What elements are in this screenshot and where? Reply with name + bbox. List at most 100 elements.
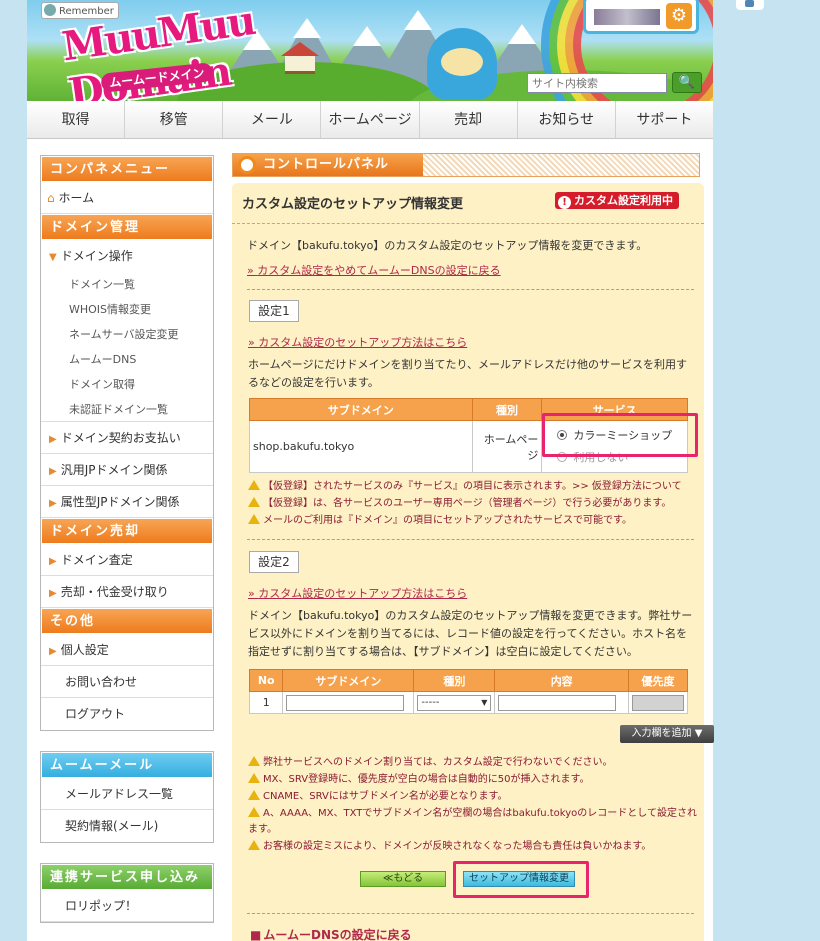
caret-right-icon: ▶ (49, 556, 57, 567)
warning-icon (248, 773, 260, 783)
status-badge-label: カスタム設定利用中 (574, 194, 673, 207)
sidebar-item-contract-payment[interactable]: ▶ ドメイン契約お支払い (41, 422, 213, 454)
sidebar-item-mail-list[interactable]: メールアドレス一覧 (41, 778, 213, 810)
alert-icon: ! (558, 196, 571, 209)
nav-sale[interactable]: 売却 (420, 101, 518, 138)
note-text: 【仮登録】されたサービスのみ『サービス』の項目に表示されます。>> 仮登録方法に… (263, 481, 682, 492)
sidebar-item-label: 売却・代金受け取り (60, 585, 169, 599)
setting2-note: お客様の設定ミスにより、ドメインが反映されなくなった場合も責任は負いかねます。 (248, 839, 651, 855)
col-subdomain: サブドメイン (249, 398, 473, 421)
account-box[interactable]: ⚙ (583, 0, 699, 34)
home-icon: ⌂ (47, 191, 55, 205)
sidebar-item-attribute-jp[interactable]: ▶ 属性型JPドメイン関係 (41, 486, 213, 518)
status-badge: ! カスタム設定利用中 (555, 192, 679, 209)
nav-mail[interactable]: メール (223, 101, 322, 138)
setting2-howto-link[interactable]: » カスタム設定のセットアップ方法はこちら (248, 585, 467, 601)
nav-transfer[interactable]: 移管 (125, 101, 224, 138)
sidebar-item-label: ドメイン査定 (60, 553, 133, 567)
note-text: メールのご利用は『ドメイン』の項目にセットアップされたサービスで可能です。 (263, 515, 632, 526)
control-panel-header: コントロールパネル (232, 153, 700, 177)
col-content: 内容 (494, 669, 629, 692)
intro-text: ドメイン【bakufu.tokyo】のカスタム設定のセットアップ情報を変更できま… (247, 239, 648, 252)
col-subdomain: サブドメイン (282, 669, 415, 692)
warning-icon (248, 840, 260, 850)
sidebar-item-personal-settings[interactable]: ▶ 個人設定 (41, 634, 213, 666)
howto-label: カスタム設定のセットアップ方法はこちら (258, 336, 468, 349)
extension-icon[interactable] (736, 0, 764, 10)
page-title: カスタム設定のセットアップ情報変更 (242, 197, 464, 212)
cell-type: ホームページ (471, 420, 543, 473)
sidebar-item-contact[interactable]: お問い合わせ (41, 666, 213, 698)
nav-acquire[interactable]: 取得 (27, 101, 126, 138)
col-priority: 優先度 (627, 669, 689, 692)
divider (232, 223, 704, 224)
sidebar-sub-nameserver[interactable]: ネームサーバ設定変更 (41, 322, 213, 347)
highlight-annotation (453, 861, 589, 898)
nav-support[interactable]: サポート (616, 101, 713, 138)
cell-subdomain (282, 691, 415, 714)
highlight-annotation (542, 413, 698, 457)
back-button[interactable]: ≪もどる (360, 871, 446, 887)
sidebar-item-label: ホーム (58, 191, 95, 205)
setting2-table: No サブドメイン 種別 内容 優先度 1 ----- (248, 669, 689, 714)
account-name-redacted (594, 9, 660, 25)
sidebar-item-lolipop[interactable]: ロリポップ！ (41, 890, 213, 922)
other-title: その他 (41, 608, 213, 634)
mascot-bear (427, 28, 497, 100)
warning-icon (248, 756, 260, 766)
content-input[interactable] (498, 694, 617, 711)
warning-icon (248, 514, 260, 524)
note-text: CNAME、SRVにはサブドメイン名が必要となります。 (263, 791, 508, 802)
table-row: 1 ----- (248, 691, 689, 714)
sidebar-sub-whois[interactable]: WHOIS情報変更 (41, 297, 213, 322)
site-search-input[interactable] (527, 73, 667, 93)
setting1-description: ホームページにだけドメインを割り当てたり、メールアドレスだけ他のサービスを利用す… (248, 358, 688, 389)
sidebar-item-generic-jp[interactable]: ▶ 汎用JPドメイン関係 (41, 454, 213, 486)
sidebar-item-logout[interactable]: ログアウト (41, 698, 213, 730)
divider (247, 289, 694, 290)
back-to-dns-link[interactable]: ムームーDNSの設定に戻る (250, 926, 411, 941)
gear-icon[interactable]: ⚙ (666, 3, 692, 29)
col-no: No (248, 669, 284, 692)
arrow-icon: » (248, 587, 259, 600)
site-header: MuuMuu Domain ムームードメイン Remember ⚙ 🔍 (27, 0, 713, 101)
setting1-note: 【仮登録】されたサービスのみ『サービス』の項目に表示されます。>> 仮登録方法に… (248, 479, 682, 495)
note-text: MX、SRV登録時に、優先度が空白の場合は自動的に50が挿入されます。 (263, 774, 590, 785)
cell-type: ----- (413, 691, 496, 714)
sidebar-sub-domain-acquire[interactable]: ドメイン取得 (41, 372, 213, 397)
sidebar-sub-unverified[interactable]: 未認証ドメイン一覧 (41, 397, 213, 422)
sidebar-item-domain-ops[interactable]: ▼ ドメイン操作 (41, 240, 213, 272)
cell-subdomain: shop.bakufu.tokyo (249, 420, 473, 473)
search-icon[interactable]: 🔍 (672, 72, 702, 93)
sidebar-item-mail-contract[interactable]: 契約情報(メール) (41, 810, 213, 842)
warning-icon (248, 497, 260, 507)
control-panel-title: コントロールパネル (263, 157, 390, 172)
setting1-howto-link[interactable]: » カスタム設定のセットアップ方法はこちら (248, 334, 467, 350)
arrow-icon: » (248, 336, 259, 349)
sidebar: コンパネメニュー ⌂ ホーム ドメイン管理 ▼ ドメイン操作 ドメイン一覧 WHO… (40, 155, 214, 935)
priority-input[interactable] (631, 694, 684, 711)
house-icon (281, 42, 319, 74)
setting2-note: A、AAAA、MX、TXTでサブドメイン名が空欄の場合はbakufu.tokyo… (248, 806, 698, 838)
col-type: 種別 (413, 669, 496, 692)
sidebar-sub-domain-list[interactable]: ドメイン一覧 (41, 272, 213, 297)
caret-right-icon: ▶ (49, 434, 57, 445)
quit-custom-link[interactable]: » カスタム設定をやめてムームーDNSの設定に戻る (247, 262, 501, 278)
nav-homepage[interactable]: ホームページ (321, 101, 420, 138)
sidebar-item-home[interactable]: ⌂ ホーム (41, 182, 213, 214)
remember-label: Remember (59, 6, 114, 17)
control-menu-box: コンパネメニュー ⌂ ホーム ドメイン管理 ▼ ドメイン操作 ドメイン一覧 WHO… (40, 155, 214, 731)
sidebar-sub-muumu-dns[interactable]: ムームーDNS (41, 347, 213, 372)
sidebar-item-appraisal[interactable]: ▶ ドメイン査定 (41, 544, 213, 576)
add-row-button[interactable]: 入力欄を追加 ▼ (620, 725, 714, 743)
remember-badge[interactable]: Remember (41, 2, 119, 19)
sidebar-item-sale-payment[interactable]: ▶ 売却・代金受け取り (41, 576, 213, 608)
subdomain-input[interactable] (286, 694, 405, 711)
nav-news[interactable]: お知らせ (518, 101, 616, 138)
domain-sale-title: ドメイン売却 (41, 518, 213, 544)
caret-right-icon: ▶ (49, 466, 57, 477)
type-select[interactable]: ----- (417, 694, 492, 711)
partner-menu-box: 連携サービス申し込み ロリポップ！ (40, 863, 214, 923)
warning-icon (248, 480, 260, 490)
mail-menu-box: ムームーメール メールアドレス一覧 契約情報(メール) (40, 751, 214, 843)
